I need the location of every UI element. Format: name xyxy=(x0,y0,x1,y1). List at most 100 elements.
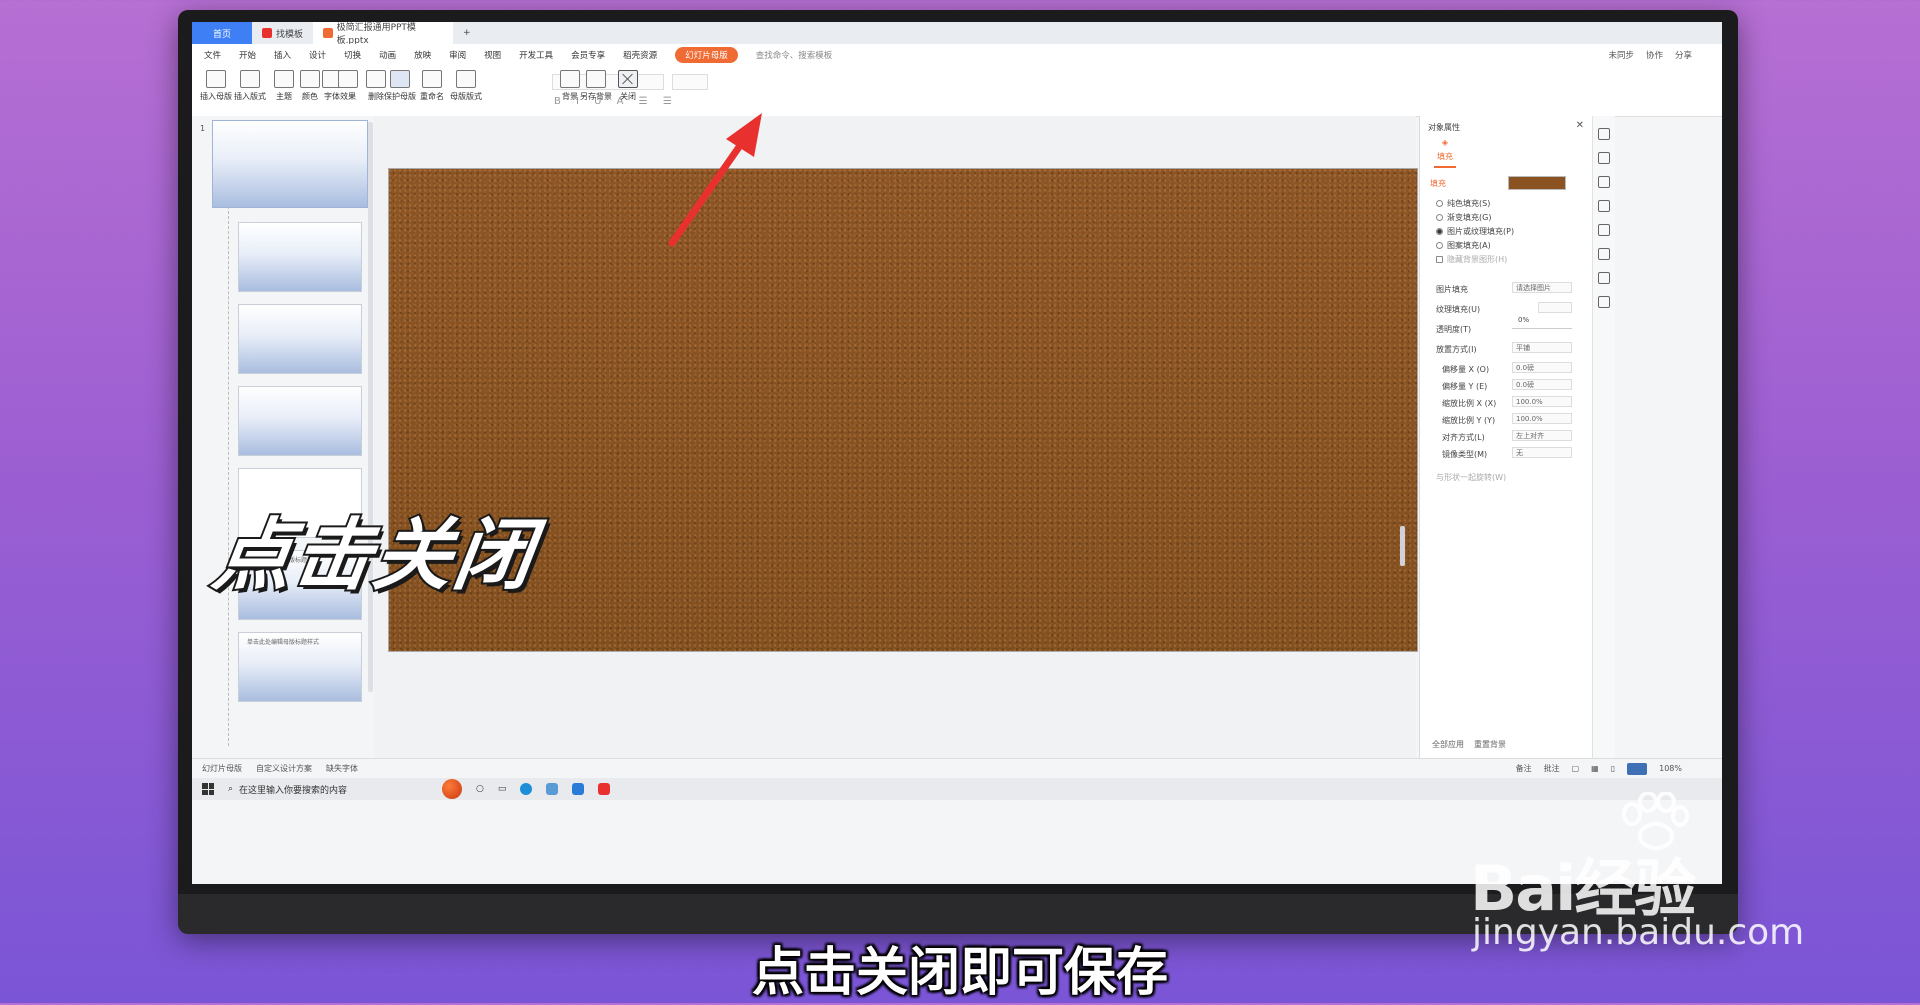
pin-icon[interactable] xyxy=(1598,176,1610,188)
texture-fill-select[interactable] xyxy=(1538,302,1572,313)
canvas-scrollbar[interactable] xyxy=(1400,526,1405,566)
hide-background-checkbox[interactable]: 隐藏背景图形(H) xyxy=(1436,254,1507,265)
widgets-icon[interactable]: ▭ xyxy=(498,784,507,794)
menu-insert[interactable]: 插入 xyxy=(274,49,291,61)
tab-document[interactable]: 极简汇报通用PPT模板.pptx xyxy=(313,22,454,46)
layout-thumbnail[interactable] xyxy=(238,222,362,292)
theme-button[interactable]: 主题 xyxy=(274,70,294,102)
placement-select[interactable]: 平铺 xyxy=(1512,342,1572,353)
align-select[interactable]: 左上对齐 xyxy=(1512,430,1572,441)
menu-view[interactable]: 视图 xyxy=(484,49,501,61)
slide-canvas xyxy=(374,116,1418,758)
picture-fill-select[interactable]: 请选择图片 xyxy=(1512,282,1572,293)
tab-home[interactable]: 首页 xyxy=(192,22,252,44)
status-design-scheme[interactable]: 自定义设计方案 xyxy=(256,763,312,774)
offset-x-input[interactable]: 0.0磅 xyxy=(1512,362,1572,373)
fill-section-label[interactable]: 填充 xyxy=(1430,178,1446,189)
comments-button[interactable]: 批注 xyxy=(1544,763,1560,774)
offset-x-label: 偏移量 X (O) xyxy=(1442,365,1490,374)
tab-templates[interactable]: 找模板 xyxy=(252,22,313,44)
bird-app-icon[interactable] xyxy=(572,783,585,795)
transparency-slider[interactable] xyxy=(1512,328,1572,329)
tab-slide-master[interactable]: 幻灯片母版 xyxy=(675,47,738,63)
offset-y-input[interactable]: 0.0磅 xyxy=(1512,379,1572,390)
apply-all-button[interactable]: 全部应用 xyxy=(1432,739,1464,750)
layout-thumbnail[interactable] xyxy=(238,386,362,456)
scale-y-input[interactable]: 100.0% xyxy=(1512,413,1572,424)
close-master-button[interactable]: 关闭 xyxy=(618,70,638,102)
sync-status[interactable]: 未同步 xyxy=(1608,49,1634,61)
rename-button[interactable]: 重命名 xyxy=(420,70,444,102)
view-normal-icon[interactable]: ▢ xyxy=(1572,764,1580,773)
layout-icon[interactable] xyxy=(1598,200,1610,212)
help-icon[interactable] xyxy=(1598,224,1610,236)
gradient-fill-radio[interactable]: 渐变填充(G) xyxy=(1436,212,1491,223)
color-button[interactable]: 颜色 xyxy=(300,70,320,102)
weather-ball-icon[interactable] xyxy=(442,779,462,799)
delete-button[interactable]: 删除 xyxy=(366,70,386,102)
menu-member[interactable]: 会员专享 xyxy=(571,49,605,61)
command-search[interactable]: 查找命令、搜索模板 xyxy=(756,49,833,61)
font-size-select[interactable] xyxy=(672,74,708,90)
menu-file[interactable]: 文件 xyxy=(204,49,221,61)
edge-browser-icon[interactable] xyxy=(520,783,533,795)
layout-thumbnail[interactable] xyxy=(238,304,362,374)
taskbar-search[interactable]: ⌕ 在这里输入你要搜索的内容 xyxy=(228,783,428,796)
slide-leather-background[interactable] xyxy=(388,168,1418,652)
mirror-select[interactable]: 无 xyxy=(1512,447,1572,458)
scale-x-input[interactable]: 100.0% xyxy=(1512,396,1572,407)
offset-y-label: 偏移量 Y (E) xyxy=(1442,382,1488,391)
align-label: 对齐方式(L) xyxy=(1442,433,1485,442)
menu-start[interactable]: 开始 xyxy=(239,49,256,61)
master-thumbnail[interactable] xyxy=(212,120,368,208)
insert-master-button[interactable]: 插入母版 xyxy=(200,70,232,102)
view-grid-icon[interactable]: ▦ xyxy=(1591,764,1599,773)
tab-underline xyxy=(1434,166,1456,168)
share-button[interactable]: 分享 xyxy=(1675,49,1692,61)
background-button[interactable]: 背景 xyxy=(560,70,580,102)
menu-transition[interactable]: 切换 xyxy=(344,49,361,61)
properties-icon[interactable] xyxy=(1598,128,1610,140)
rotate-with-shape-checkbox[interactable]: 与形状一起旋转(W) xyxy=(1436,472,1506,483)
menu-design[interactable]: 设计 xyxy=(309,49,326,61)
effects-button[interactable]: 效果 xyxy=(338,70,358,102)
picture-fill-radio[interactable]: 图片或纹理填充(P) xyxy=(1436,226,1514,237)
location-icon[interactable] xyxy=(1598,272,1610,284)
reset-background-button[interactable]: 重置背景 xyxy=(1474,739,1506,750)
status-missing-fonts[interactable]: 缺失字体 xyxy=(326,763,358,774)
radio-icon xyxy=(1436,242,1443,249)
pattern-fill-radio[interactable]: 图案填充(A) xyxy=(1436,240,1491,251)
layout-thumbnail[interactable]: 单击此处编辑母版标题样式 xyxy=(238,632,362,702)
menu-animation[interactable]: 动画 xyxy=(379,49,396,61)
solid-fill-radio[interactable]: 纯色填充(S) xyxy=(1436,198,1490,209)
windows-start-icon[interactable] xyxy=(202,783,214,795)
task-view-icon[interactable]: ○ xyxy=(476,784,484,794)
master-layout-button[interactable]: 母版版式 xyxy=(450,70,482,102)
status-master-view[interactable]: 幻灯片母版 xyxy=(202,763,242,774)
fill-color-swatch[interactable] xyxy=(1508,176,1566,190)
pane-close-icon[interactable]: ✕ xyxy=(1576,120,1584,131)
menu-slideshow[interactable]: 放映 xyxy=(414,49,431,61)
protect-master-button[interactable]: 保护母版 xyxy=(384,70,416,102)
view-reading-icon[interactable]: ▯ xyxy=(1611,764,1615,773)
menu-resources[interactable]: 稻壳资源 xyxy=(623,49,657,61)
thumbnail-scrollbar[interactable] xyxy=(368,122,373,692)
image-icon[interactable] xyxy=(1598,248,1610,260)
gradient-fill-label: 渐变填充(G) xyxy=(1447,213,1492,222)
screen: 首页 找模板 极简汇报通用PPT模板.pptx + 文件 开始 插入 设计 切换… xyxy=(192,22,1722,884)
play-slideshow-button[interactable] xyxy=(1627,762,1648,775)
save-background-button[interactable]: 另存背景 xyxy=(580,70,612,102)
menu-dev[interactable]: 开发工具 xyxy=(519,49,553,61)
book-icon[interactable] xyxy=(1598,296,1610,308)
insert-layout-button[interactable]: 插入版式 xyxy=(234,70,266,102)
notes-button[interactable]: 备注 xyxy=(1516,763,1532,774)
zoom-level[interactable]: 108% xyxy=(1659,764,1682,773)
rename-label: 重命名 xyxy=(420,92,444,101)
files-app-icon[interactable] xyxy=(546,783,559,795)
collaborate-button[interactable]: 协作 xyxy=(1646,49,1663,61)
menu-review[interactable]: 审阅 xyxy=(449,49,466,61)
wps-taskbar-icon[interactable] xyxy=(598,783,611,795)
fill-tab[interactable]: ◈ 填充 xyxy=(1434,138,1456,168)
new-tab-button[interactable]: + xyxy=(453,22,481,44)
settings-icon[interactable] xyxy=(1598,152,1610,164)
